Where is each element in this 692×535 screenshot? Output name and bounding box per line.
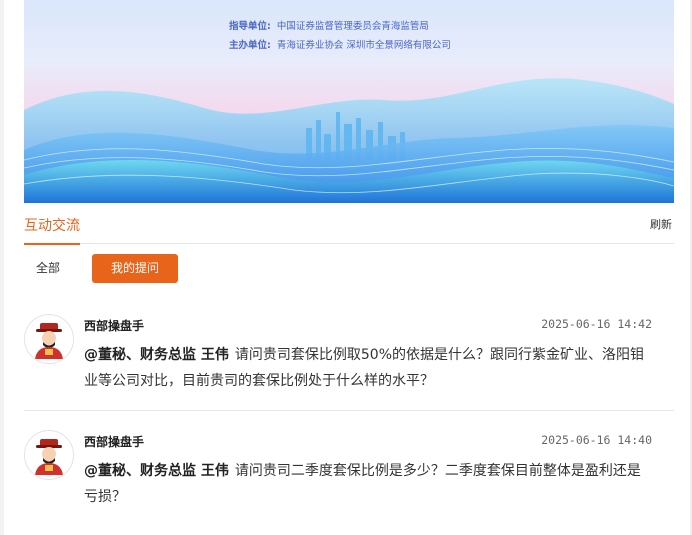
filter-my-questions-button[interactable]: 我的提问 [92,254,178,283]
left-edge [0,0,4,535]
tab-interaction[interactable]: 互动交流 [24,215,80,245]
refresh-button[interactable]: 刷新 [650,216,672,232]
question-author[interactable]: 西部操盘手 [84,317,144,334]
tab-bar: 互动交流 刷新 [24,203,674,245]
banner-organizer-text: 青海证券业协会 深圳市全景网络有限公司 [276,40,451,51]
fortune-god-avatar-icon [25,315,73,363]
banner-guidance-text: 中国证券监督管理委员会青海监管局 [276,21,429,32]
filter-all-button[interactable]: 全部 [36,254,60,283]
banner-guidance-label: 指导单位: [229,21,271,32]
avatar[interactable] [24,430,74,480]
banner-organizer-line: 主办单位: 青海证券业协会 深圳市全景网络有限公司 [229,37,451,51]
question-author[interactable]: 西部操盘手 [84,433,144,450]
question-divider [24,410,674,411]
mention-link[interactable]: @董秘、财务总监 王伟 [84,463,229,479]
question-text: @董秘、财务总监 王伟 请问贵司套保比例取50%的依据是什么？跟同行紫金矿业、洛阳… [84,342,649,394]
question-text: @董秘、财务总监 王伟 请问贵司二季度套保比例是多少？二季度套保目前整体是盈利还是… [84,458,649,510]
question-time: 2025-06-16 14:42 [541,317,652,331]
mention-link[interactable]: @董秘、财务总监 王伟 [84,347,229,363]
banner-guidance-line: 指导单位: 中国证券监督管理委员会青海监管局 [229,18,429,32]
banner-organizer-label: 主办单位: [229,40,271,51]
avatar[interactable] [24,314,74,364]
question-time: 2025-06-16 14:40 [541,433,652,447]
fortune-god-avatar-icon [25,431,73,479]
event-banner: 指导单位: 中国证券监督管理委员会青海监管局 主办单位: 青海证券业协会 深圳市全景… [24,0,674,203]
